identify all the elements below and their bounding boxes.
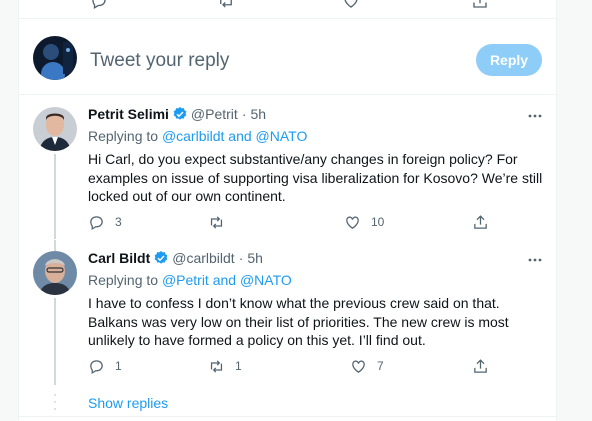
timestamp[interactable]: 5h <box>250 106 266 122</box>
share-icon[interactable] <box>471 0 489 10</box>
share-icon <box>474 214 487 229</box>
verified-badge-icon <box>154 251 168 264</box>
share-action[interactable] <box>472 356 489 376</box>
replying-prefix: Replying to <box>88 128 162 144</box>
conversation-column: Tweet your reply Reply Petrit Selimi @Pe… <box>18 0 558 421</box>
like-action[interactable]: 7 <box>350 356 384 376</box>
share-action[interactable] <box>472 212 489 232</box>
replying-to: Replying to @Petrit and @NATO <box>88 272 292 288</box>
thread-line <box>54 298 56 385</box>
like-action[interactable]: 10 <box>344 212 384 232</box>
retweet-action[interactable] <box>208 212 235 232</box>
retweet-action[interactable]: 1 <box>208 356 242 376</box>
replying-prefix: Replying to <box>88 272 162 288</box>
like-count: 7 <box>377 359 384 373</box>
action-bar: 1 1 7 <box>88 356 488 376</box>
verified-badge-icon <box>173 107 187 120</box>
like-count: 10 <box>371 215 385 229</box>
timestamp[interactable]: 5h <box>247 250 263 266</box>
reply-icon[interactable] <box>90 0 108 10</box>
reply-button[interactable]: Reply <box>476 44 542 76</box>
like-icon[interactable] <box>342 0 360 10</box>
reply-tweet-carl[interactable]: Carl Bildt @carlbildt · 5h Replying to @… <box>19 240 558 385</box>
tweet-text: Hi Carl, do you expect substantive/any c… <box>88 151 543 204</box>
author-name[interactable]: Carl Bildt <box>88 250 150 266</box>
reply-composer: Tweet your reply Reply <box>19 19 558 95</box>
like-icon <box>346 216 359 229</box>
reply-action[interactable]: 1 <box>88 356 122 376</box>
reply-tweet-petrit[interactable]: Petrit Selimi @Petrit · 5h Replying to @… <box>19 96 558 239</box>
reply-count: 3 <box>115 215 122 229</box>
tweet-text: I have to confess I don’t know what the … <box>88 295 509 348</box>
replying-to-link[interactable]: @Petrit and @NATO <box>162 272 292 288</box>
thread-line <box>54 154 56 239</box>
author-handle[interactable]: @carlbildt <box>172 250 234 266</box>
tweet-header: Carl Bildt @carlbildt · 5h <box>88 250 263 266</box>
share-icon <box>474 358 487 373</box>
more-icon[interactable] <box>527 108 543 124</box>
action-bar: 3 10 <box>88 212 488 232</box>
retweet-icon <box>210 359 223 373</box>
separator-dot: · <box>241 106 247 122</box>
retweet-icon <box>210 215 223 229</box>
reply-input[interactable]: Tweet your reply <box>90 50 229 72</box>
thread-line <box>54 240 56 251</box>
reply-icon <box>90 215 103 230</box>
tweet-header: Petrit Selimi @Petrit · 5h <box>88 106 266 122</box>
thread-dots <box>54 394 56 410</box>
more-icon[interactable] <box>527 252 543 268</box>
separator-dot: · <box>238 250 244 266</box>
reply-count: 1 <box>115 359 122 373</box>
replying-to-link[interactable]: @carlbildt and @NATO <box>162 128 307 144</box>
current-user-avatar[interactable] <box>33 36 77 80</box>
avatar[interactable] <box>33 251 77 295</box>
like-icon <box>352 360 365 373</box>
reply-icon <box>90 359 103 374</box>
main-tweet-action-bar <box>19 0 558 19</box>
right-gutter <box>557 0 592 421</box>
show-replies-link[interactable]: Show replies <box>88 395 168 411</box>
replying-to: Replying to @carlbildt and @NATO <box>88 128 307 144</box>
author-handle[interactable]: @Petrit <box>191 106 238 122</box>
retweet-count: 1 <box>235 359 242 373</box>
show-replies-row[interactable]: Show replies <box>19 385 558 417</box>
retweet-icon[interactable] <box>217 0 235 10</box>
author-name[interactable]: Petrit Selimi <box>88 106 169 122</box>
reply-action[interactable]: 3 <box>88 212 122 232</box>
avatar[interactable] <box>33 107 77 151</box>
